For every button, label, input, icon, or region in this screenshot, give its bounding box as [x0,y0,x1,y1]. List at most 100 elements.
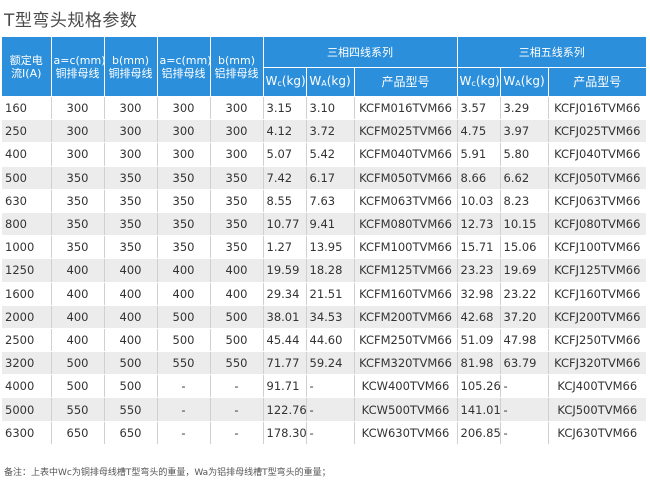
header-model-5wire: 产品型号 [548,67,647,97]
cell-wa-4wire: - [306,421,355,445]
header-current-line1: 额定电 [9,53,43,67]
table-row: 1000 350 350 350 350 1.27 13.95 KCFM100TVM66 15.… [2,235,647,260]
cell-rated-current: 630 [2,189,52,213]
cell-wc-4wire: 5.07 [263,142,307,167]
header-wa-post: (kg) [520,73,545,88]
cell-cu-ac: 350 [51,212,105,237]
cell-wa-5wire: 15.06 [500,235,549,260]
table-row: 800 350 350 350 350 10.77 9.41 KCFM080TVM66 12.7… [2,212,647,237]
header-model-4wire: 产品型号 [354,67,458,97]
page: T型弯头规格参数 额定电 流I(A) a=c(mm) 铜排母线 b(mm) 铜排… [0,0,650,485]
cell-al-ac: 350 [157,189,211,213]
header-group-4wire: 三相四线系列 [263,37,458,68]
spec-table: 额定电 流I(A) a=c(mm) 铜排母线 b(mm) 铜排母线 a=c(mm… [2,37,647,445]
cell-wa-5wire: 19.69 [500,258,549,283]
cell-model-4wire: KCFM080TVM66 [354,212,458,237]
cell-al-b: 500 [210,305,264,329]
header-al-ac-line2: 铝排母线 [161,66,206,80]
header-al-b: b(mm) 铝排母线 [210,37,264,97]
table-row: 1250 400 400 400 400 19.59 18.28 KCFM125TVM66 23… [2,258,647,283]
table-row: 3200 500 500 550 550 71.77 59.24 KCFM320TVM66 81… [2,351,647,376]
cell-wa-4wire: - [306,374,355,399]
cell-model-5wire: KCFJ320TVM66 [548,351,647,376]
header-al-ac-line1: a=c(mm) [159,53,210,67]
table-header: 额定电 流I(A) a=c(mm) 铜排母线 b(mm) 铜排母线 a=c(mm… [2,37,647,97]
cell-model-4wire: KCFM040TVM66 [354,142,458,167]
cell-cu-ac: 400 [51,305,105,329]
cell-wc-4wire: 7.42 [263,166,307,190]
cell-wa-5wire: 63.79 [500,351,549,376]
cell-wa-5wire: 23.22 [500,282,549,306]
cell-wc-5wire: 15.71 [457,235,501,260]
header-al-b-line2: 铝排母线 [214,66,259,80]
cell-wa-5wire: 47.98 [500,328,549,353]
cell-wc-5wire: 206.85 [457,421,501,445]
cell-model-5wire: KCJ500TVM66 [548,397,647,422]
cell-cu-ac: 350 [51,235,105,260]
cell-model-4wire: KCFM250TVM66 [354,328,458,353]
cell-model-4wire: KCW500TVM66 [354,397,458,422]
cell-cu-ac: 500 [51,374,105,399]
cell-model-5wire: KCFJ080TVM66 [548,212,647,237]
cell-wa-4wire: 21.51 [306,282,355,306]
cell-cu-b: 350 [104,189,158,213]
header-al-ac: a=c(mm) 铝排母线 [157,37,211,97]
cell-al-b: 400 [210,258,264,283]
cell-al-b: 300 [210,119,264,144]
table-row: 1600 400 400 400 400 29.34 21.51 KCFM160TVM66 32… [2,282,647,306]
cell-wc-5wire: 8.66 [457,166,501,190]
cell-al-ac: 350 [157,166,211,190]
cell-al-ac: 350 [157,235,211,260]
cell-al-b: - [210,374,264,399]
cell-model-5wire: KCFJ250TVM66 [548,328,647,353]
cell-wa-4wire: 3.72 [306,119,355,144]
cell-wc-4wire: 91.71 [263,374,307,399]
cell-al-ac: 500 [157,328,211,353]
cell-al-ac: 300 [157,96,211,121]
cell-model-4wire: KCFM320TVM66 [354,351,458,376]
cell-cu-ac: 300 [51,119,105,144]
cell-model-5wire: KCJ400TVM66 [548,374,647,399]
cell-cu-b: 350 [104,166,158,190]
cell-wa-4wire: 18.28 [306,258,355,283]
header-group-5wire: 三相五线系列 [457,37,647,68]
cell-wc-5wire: 5.91 [457,142,501,167]
header-wc-post: (kg) [281,73,306,88]
header-wc-5wire: Wc(kg) [457,67,501,97]
cell-model-5wire: KCFJ160TVM66 [548,282,647,306]
cell-wc-4wire: 71.77 [263,351,307,376]
cell-al-ac: 300 [157,119,211,144]
cell-rated-current: 3200 [2,351,52,376]
cell-wc-5wire: 4.75 [457,119,501,144]
header-cu-ac: a=c(mm) 铜排母线 [51,37,105,97]
header-wa-pre: W [309,73,322,88]
cell-wc-5wire: 141.01 [457,397,501,422]
cell-rated-current: 400 [2,142,52,167]
header-wc-4wire: Wc(kg) [263,67,307,97]
cell-al-ac: 500 [157,305,211,329]
header-wc-pre: W [459,73,472,88]
cell-wa-4wire: 44.60 [306,328,355,353]
header-cu-ac-line1: a=c(mm) [53,53,104,67]
cell-cu-ac: 400 [51,258,105,283]
cell-cu-b: 550 [104,397,158,422]
cell-al-b: - [210,397,264,422]
cell-al-ac: 350 [157,212,211,237]
cell-wc-4wire: 38.01 [263,305,307,329]
cell-wc-5wire: 32.98 [457,282,501,306]
cell-rated-current: 6300 [2,421,52,445]
cell-cu-b: 650 [104,421,158,445]
cell-wa-5wire: 3.29 [500,96,549,121]
cell-wc-4wire: 10.77 [263,212,307,237]
page-title: T型弯头规格参数 [4,11,138,31]
cell-model-4wire: KCFM125TVM66 [354,258,458,283]
cell-rated-current: 1600 [2,282,52,306]
header-cu-ac-line2: 铜排母线 [55,66,100,80]
cell-model-5wire: KCFJ200TVM66 [548,305,647,329]
cell-wa-4wire: 9.41 [306,212,355,237]
cell-wa-4wire: 5.42 [306,142,355,167]
cell-wa-5wire: - [500,421,549,445]
table-body: 160 300 300 300 300 3.15 3.10 KCFM016TVM66 3.57 3… [2,96,647,445]
cell-model-4wire: KCFM200TVM66 [354,305,458,329]
cell-model-4wire: KCFM063TVM66 [354,189,458,213]
